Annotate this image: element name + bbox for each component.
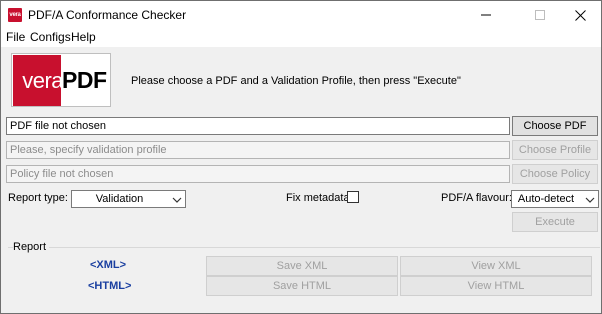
- view-html-button: View HTML: [400, 276, 592, 296]
- html-report-label: <HTML>: [88, 280, 132, 292]
- window-title: PDF/A Conformance Checker: [28, 8, 187, 22]
- menu-file[interactable]: File: [6, 30, 25, 44]
- validation-profile-field: Please, specify validation profile: [6, 141, 510, 159]
- pdfa-flavour-label: PDF/A flavour:: [441, 192, 512, 204]
- report-group-title: Report: [13, 241, 50, 253]
- fix-metadata-checkbox[interactable]: [347, 191, 359, 203]
- close-button[interactable]: [557, 1, 601, 29]
- pdf-file-field: PDF file not chosen: [6, 117, 510, 135]
- pdfa-flavour-select[interactable]: Auto-detect: [511, 190, 599, 208]
- verapdf-app-icon: vera: [8, 8, 22, 22]
- maximize-icon: [535, 10, 545, 20]
- report-type-select[interactable]: Validation: [71, 190, 186, 208]
- fix-metadata-label: Fix metadata:: [286, 192, 353, 204]
- view-xml-button: View XML: [400, 256, 592, 276]
- choose-profile-button: Choose Profile: [512, 140, 598, 160]
- report-type-label: Report type:: [8, 192, 68, 204]
- logo-text-vera: vera: [22, 68, 63, 93]
- app-window: vera PDF/A Conformance Checker File Conf…: [0, 0, 602, 314]
- logo-text-pdf: PDF: [62, 67, 107, 93]
- pdfa-flavour-value: Auto-detect: [517, 193, 575, 205]
- minimize-icon: [481, 14, 491, 16]
- execute-button: Execute: [512, 212, 598, 232]
- chevron-down-icon: [585, 197, 595, 203]
- chevron-down-icon: [172, 197, 182, 203]
- minimize-button[interactable]: [463, 1, 509, 29]
- choose-pdf-button[interactable]: Choose PDF: [512, 116, 598, 136]
- policy-file-field: Policy file not chosen: [6, 165, 510, 183]
- title-bar[interactable]: vera PDF/A Conformance Checker: [1, 1, 601, 29]
- save-html-button: Save HTML: [206, 276, 398, 296]
- close-icon: [574, 9, 586, 21]
- menu-bar: File Configs Help: [1, 29, 601, 47]
- report-type-value: Validation: [95, 193, 144, 205]
- menu-configs[interactable]: Configs: [30, 30, 71, 44]
- choose-policy-button: Choose Policy: [512, 164, 598, 184]
- menu-help[interactable]: Help: [71, 30, 96, 44]
- instruction-text: Please choose a PDF and a Validation Pro…: [131, 75, 461, 87]
- xml-report-label: <XML>: [90, 259, 127, 271]
- save-xml-button: Save XML: [206, 256, 398, 276]
- verapdf-logo: vera PDF: [11, 53, 111, 107]
